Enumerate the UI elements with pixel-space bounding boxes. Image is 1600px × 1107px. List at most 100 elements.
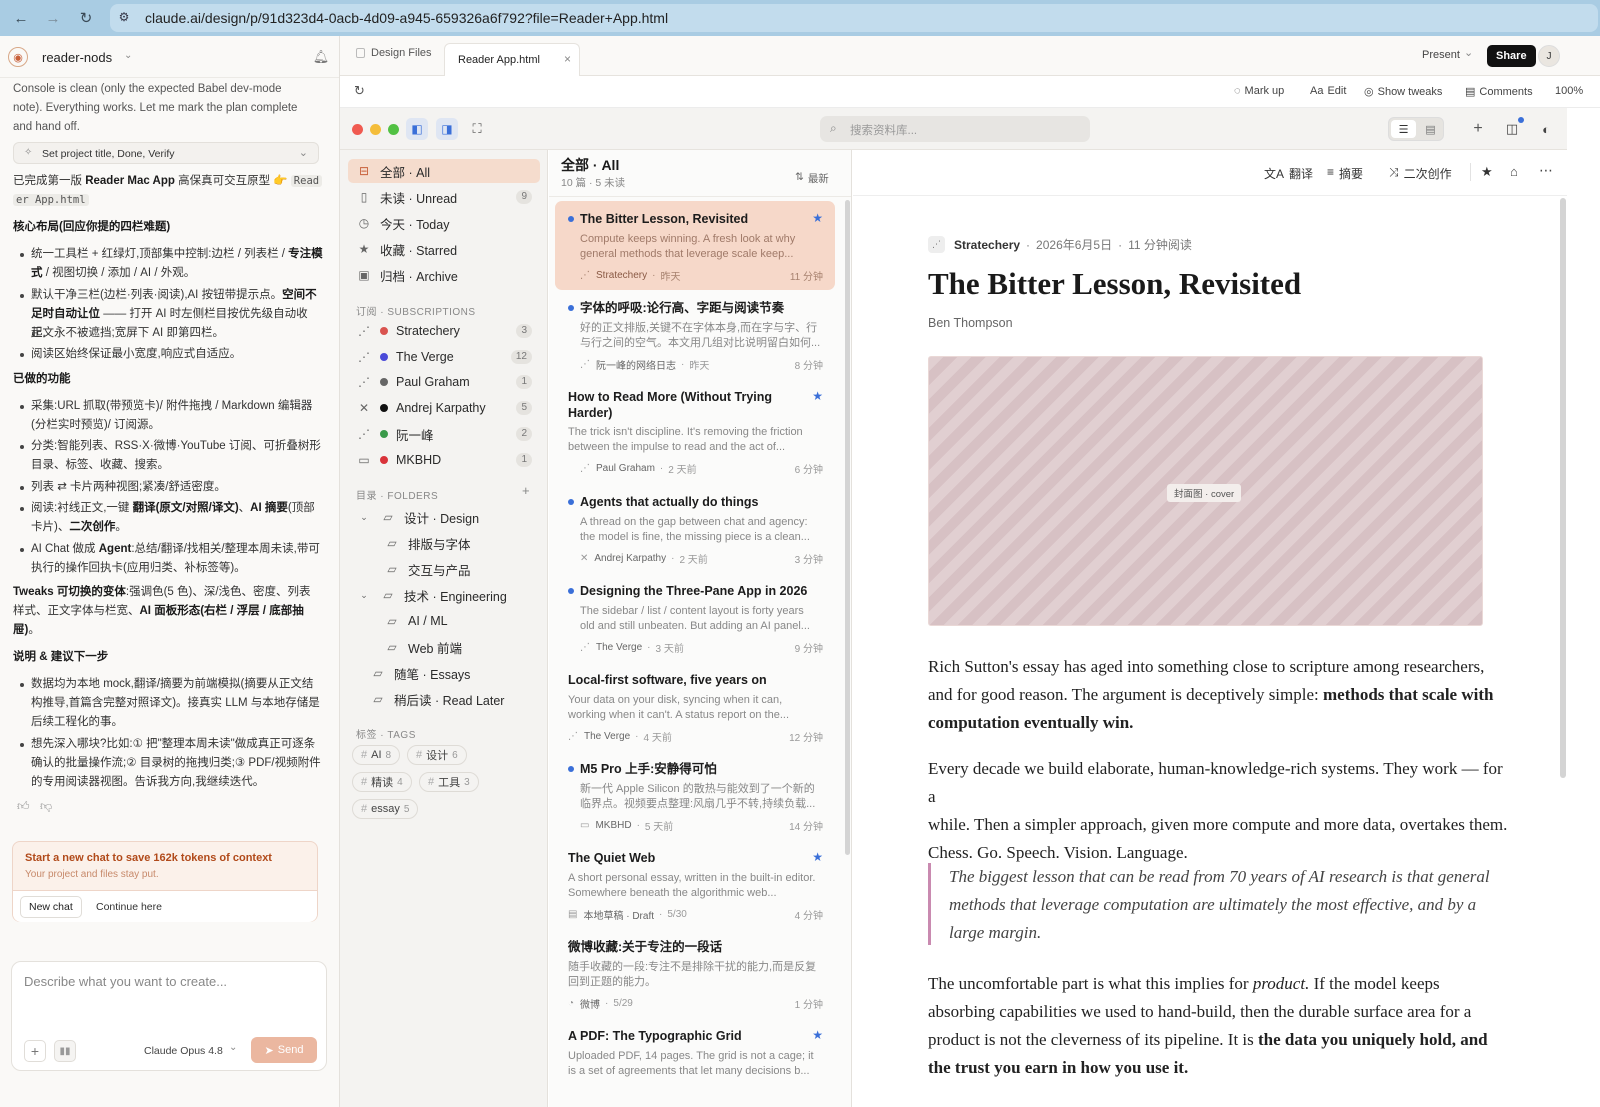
list-item[interactable]: 微博收藏:关于专注的一段话 随手收藏的一段:专注不是排除干扰的能力,而是反复回到… bbox=[555, 929, 835, 1018]
summary-button[interactable]: ≡ 摘要 bbox=[1327, 165, 1363, 182]
sidebar-item-all[interactable]: ⊟ 全部 · All bbox=[348, 159, 540, 183]
reload-icon[interactable]: ↻ bbox=[76, 8, 96, 28]
tag-design[interactable]: # 设计 6 bbox=[407, 745, 467, 765]
thumbs-down-icon[interactable]: 👎︎ bbox=[40, 799, 52, 814]
tweaks-line: 样式、正文字体与栏宽、AI 面板形态(右栏 / 浮层 / 底部抽 bbox=[13, 605, 304, 617]
site-settings-icon[interactable]: ⚙ bbox=[116, 9, 132, 25]
rss-icon: ⋰ bbox=[358, 350, 370, 364]
sidebar-item-paul-graham[interactable]: ⋰ Paul Graham 1 bbox=[348, 370, 540, 394]
chevron-down-icon[interactable]: ⌄ bbox=[299, 146, 308, 159]
article-source[interactable]: Stratechery bbox=[954, 238, 1020, 252]
list-item[interactable]: Local-first software, five years on Your… bbox=[555, 662, 835, 751]
present-button[interactable]: Present bbox=[1422, 49, 1460, 61]
star-icon[interactable]: ★ bbox=[812, 389, 823, 403]
bell-icon[interactable]: 🔔︎ bbox=[312, 48, 330, 66]
list-item[interactable]: Agents that actually do things A thread … bbox=[555, 484, 835, 573]
banner-subtitle: Your project and files stay put. bbox=[25, 869, 159, 880]
sidebar-item-archive[interactable]: ▣ 归档 · Archive bbox=[348, 263, 540, 287]
card-view-icon[interactable]: ▤ bbox=[1418, 120, 1443, 138]
list-item[interactable]: The Bitter Lesson, Revisited ★ Compute k… bbox=[555, 201, 835, 290]
more-icon[interactable]: ⋯ bbox=[1539, 162, 1553, 179]
folder-design[interactable]: ⌄ ▱ 设计 · Design bbox=[348, 505, 540, 529]
scrollbar[interactable] bbox=[845, 200, 850, 855]
toggle-list-icon[interactable]: ◨ bbox=[436, 118, 458, 140]
add-icon[interactable]: + bbox=[24, 1040, 46, 1062]
sort-button[interactable]: ⇅ 最新 bbox=[795, 171, 829, 186]
voice-icon[interactable]: ▮▮ bbox=[54, 1040, 76, 1062]
tag-ai[interactable]: # AI 8 bbox=[352, 745, 401, 765]
tweaks-button[interactable]: ◎ Show tweaks bbox=[1364, 85, 1442, 99]
star-icon[interactable]: ★ bbox=[812, 211, 823, 225]
translate-button[interactable]: 文A 翻译 bbox=[1264, 165, 1313, 182]
back-icon[interactable]: ← bbox=[11, 8, 31, 28]
star-icon[interactable]: ★ bbox=[812, 850, 823, 864]
sidebar-item-the-verge[interactable]: ⋰ The Verge 12 bbox=[348, 345, 540, 369]
sidebar-item-label: 归档 · Archive bbox=[380, 269, 458, 284]
chevron-down-icon[interactable]: ⌄ bbox=[124, 50, 132, 61]
close-window-button[interactable] bbox=[352, 124, 363, 135]
folder-typography[interactable]: ▱ 排版与字体 bbox=[384, 531, 540, 555]
task-chip[interactable]: ✧ Set project title, Done, Verify ⌄ bbox=[13, 142, 319, 164]
tag-icon[interactable]: ⌂ bbox=[1510, 164, 1518, 179]
folder-ai-ml[interactable]: ▱ AI / ML bbox=[384, 609, 540, 633]
markup-button[interactable]: ◌ Mark up bbox=[1234, 85, 1284, 97]
minimize-window-button[interactable] bbox=[370, 124, 381, 135]
star-icon[interactable]: ★ bbox=[812, 1028, 823, 1042]
model-selector[interactable]: Claude Opus 4.8 bbox=[144, 1045, 223, 1057]
folder-essays[interactable]: ▱ 随笔 · Essays bbox=[370, 661, 540, 685]
item-meta: ⋰ Stratechery · 昨天 11 分钟 bbox=[580, 270, 823, 283]
remix-button[interactable]: ⤨ 二次创作 bbox=[1389, 165, 1452, 182]
forward-icon[interactable]: → bbox=[43, 8, 63, 28]
sidebar-item-today[interactable]: ◷ 今天 · Today bbox=[348, 211, 540, 235]
search-input[interactable]: ⌕ 搜索资料库... bbox=[820, 116, 1090, 142]
sidebar-item-mkbhd[interactable]: ▭ MKBHD 1 bbox=[348, 448, 540, 472]
toggle-sidebar-icon[interactable]: ◧ bbox=[406, 118, 428, 140]
cover-label: 封面图 · cover bbox=[1167, 484, 1242, 502]
tag-tools[interactable]: # 工具 3 bbox=[419, 772, 479, 792]
star-icon[interactable]: ★ bbox=[1481, 164, 1493, 180]
reader-scrollbar[interactable] bbox=[1560, 198, 1566, 778]
list-view-icon[interactable]: ☰ bbox=[1391, 120, 1416, 138]
close-icon[interactable]: × bbox=[564, 52, 571, 66]
add-folder-icon[interactable]: + bbox=[522, 483, 530, 498]
chat-input[interactable]: Describe what you want to create... + ▮▮… bbox=[11, 961, 327, 1071]
appearance-icon[interactable]: ◐ bbox=[1536, 119, 1556, 139]
sidebar-item-stratechery[interactable]: ⋰ Stratechery 3 bbox=[348, 319, 540, 343]
folder-engineering[interactable]: ⌄ ▱ 技术 · Engineering bbox=[348, 583, 540, 607]
sidebar-item-starred[interactable]: ★ 收藏 · Starred bbox=[348, 237, 540, 261]
list-item[interactable]: How to Read More (Without Trying Harder)… bbox=[555, 379, 835, 484]
list-item[interactable]: The Quiet Web ★ A short personal essay, … bbox=[555, 840, 835, 929]
thumbs-up-icon[interactable]: 👍︎ bbox=[17, 799, 30, 814]
list-item[interactable]: Designing the Three-Pane App in 2026 The… bbox=[555, 573, 835, 662]
project-name[interactable]: reader-nods bbox=[42, 50, 112, 65]
list-item[interactable]: M5 Pro 上手:安静得可怕 新一代 Apple Silicon 的散热与能效… bbox=[555, 751, 835, 840]
sidebar-item-unread[interactable]: ▯ 未读 · Unread 9 bbox=[348, 185, 540, 209]
send-button[interactable]: ➤ Send bbox=[251, 1037, 317, 1063]
list-item[interactable]: A PDF: The Typographic Grid ★ Uploaded P… bbox=[555, 1018, 835, 1107]
folder-read-later[interactable]: ▱ 稍后读 · Read Later bbox=[370, 687, 540, 711]
sidebar-item-ruanyifeng[interactable]: ⋰ 阮一峰 2 bbox=[348, 422, 540, 446]
zoom-level[interactable]: 100% bbox=[1555, 85, 1583, 97]
share-button[interactable]: Share bbox=[1487, 45, 1536, 67]
tag-essay[interactable]: # essay 5 bbox=[352, 799, 419, 819]
list-item[interactable]: 字体的呼吸:论行高、字距与阅读节奏 好的正文排版,关键不在字体本身,而在字与字、… bbox=[555, 290, 835, 379]
avatar[interactable]: J bbox=[1538, 45, 1560, 67]
new-chat-button[interactable]: New chat bbox=[20, 896, 82, 918]
folder-web[interactable]: ▱ Web 前端 bbox=[384, 635, 540, 659]
tag-deep-read[interactable]: # 精读 4 bbox=[352, 772, 412, 792]
continue-button[interactable]: Continue here bbox=[96, 901, 162, 913]
folder-interaction[interactable]: ▱ 交互与产品 bbox=[384, 557, 540, 581]
focus-mode-icon[interactable]: ⛶ bbox=[466, 118, 488, 140]
tab-reader-app[interactable]: Reader App.html × bbox=[444, 43, 580, 76]
refresh-icon[interactable]: ↻ bbox=[354, 83, 365, 99]
article-author: Ben Thompson bbox=[928, 316, 1013, 330]
chevron-down-icon[interactable]: ⌄ bbox=[229, 1042, 237, 1053]
chevron-down-icon[interactable]: ⌄ bbox=[1464, 46, 1473, 59]
sidebar-item-andrej-karpathy[interactable]: ✕ Andrej Karpathy 5 bbox=[348, 396, 540, 420]
add-icon[interactable]: + bbox=[1468, 119, 1488, 139]
edit-button[interactable]: Aa Edit bbox=[1310, 85, 1346, 97]
summary-file[interactable]: er App.html bbox=[13, 191, 323, 210]
comments-button[interactable]: ▤ Comments bbox=[1465, 85, 1533, 99]
zoom-window-button[interactable] bbox=[388, 124, 399, 135]
tab-design-files[interactable]: Design Files bbox=[356, 47, 432, 59]
